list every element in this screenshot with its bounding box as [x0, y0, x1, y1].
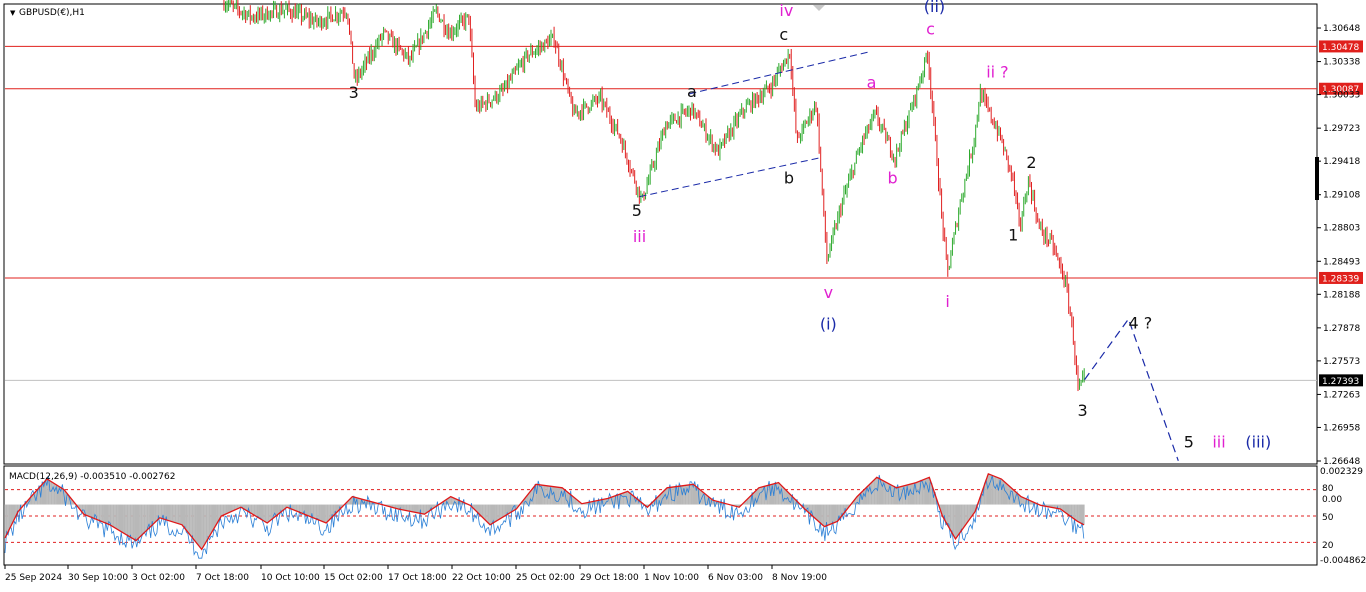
wave-label[interactable]: iv — [779, 1, 793, 20]
main-chart-frame — [3, 3, 1318, 465]
time-tick-label: 6 Nov 03:00 — [708, 573, 763, 583]
chart-window[interactable]: 3 iv c (ii) c a a ii ? b b 2 5 iii 1 v i (i) 4 ? 3 5 iii (iii… — [0, 0, 1366, 588]
wave-label[interactable]: (ii) — [924, 0, 945, 16]
time-tick-label: 25 Oct 02:00 — [516, 573, 575, 583]
price-tick-label: 1.29108 — [1323, 191, 1360, 201]
price-tick-label: 1.27263 — [1323, 390, 1360, 400]
wave-label[interactable]: b — [784, 168, 794, 187]
time-tick-label: 1 Nov 10:00 — [644, 573, 699, 583]
symbol-label: GBPUSD(€),H1 — [19, 8, 85, 18]
wave-label[interactable]: c — [779, 25, 788, 44]
time-tick-label: 22 Oct 10:00 — [452, 573, 511, 583]
macd-tick-label: 0.00 — [1322, 495, 1342, 505]
price-tick-label: 1.28803 — [1323, 224, 1360, 234]
wave-label[interactable]: iii — [633, 227, 646, 246]
wave-label[interactable]: a — [687, 82, 697, 101]
time-axis: 25 Sep 2024 30 Sep 10:00 3 Oct 02:00 7 Oct … — [4, 565, 827, 583]
price-tick-label: 1.28493 — [1323, 257, 1360, 267]
wave-label[interactable]: b — [887, 168, 897, 187]
scale-drag-handle[interactable] — [1315, 157, 1319, 200]
macd-tick-label: 20 — [1322, 541, 1334, 551]
time-tick-label: 3 Oct 02:00 — [132, 573, 185, 583]
price-tick-label: 1.29723 — [1323, 124, 1360, 134]
wave-label[interactable]: (i) — [820, 314, 837, 333]
wave-label[interactable]: 4 ? — [1128, 313, 1152, 332]
price-tick-label: 1.30648 — [1323, 24, 1360, 34]
price-tick-label: 1.30338 — [1323, 58, 1360, 68]
time-tick-label: 10 Oct 10:00 — [261, 573, 320, 583]
wave-label[interactable]: 3 — [1078, 401, 1088, 420]
wave-label[interactable]: c — [926, 20, 935, 39]
price-tag-label: 1.30478 — [1322, 43, 1359, 53]
wave-label[interactable]: 5 — [632, 201, 642, 220]
wave-label[interactable]: ii ? — [986, 62, 1008, 81]
price-tick-label: 1.29418 — [1323, 157, 1360, 167]
symbol-dropdown-icon[interactable]: ▼ — [10, 9, 16, 17]
time-tick-label: 15 Oct 02:00 — [324, 573, 383, 583]
macd-tick-label: 50 — [1322, 513, 1334, 523]
time-tick-label: 25 Sep 2024 — [5, 573, 62, 583]
macd-tick-label: 80 — [1322, 484, 1334, 494]
time-tick-label: 29 Oct 18:00 — [580, 573, 639, 583]
price-tick-label: 1.26958 — [1323, 423, 1360, 433]
wave-label[interactable]: (iii) — [1245, 432, 1271, 451]
wave-label[interactable]: i — [945, 292, 949, 311]
time-tick-label: 17 Oct 18:00 — [388, 573, 447, 583]
price-tag-label: 1.28339 — [1322, 274, 1359, 284]
wave-label[interactable]: 1 — [1008, 226, 1018, 245]
time-tick-label: 7 Oct 18:00 — [196, 573, 249, 583]
time-tick-label: 30 Sep 10:00 — [68, 573, 128, 583]
price-tick-label: 1.27573 — [1323, 357, 1360, 367]
wave-label[interactable]: v — [824, 283, 833, 302]
wave-label[interactable]: a — [867, 73, 877, 92]
wave-label[interactable]: 2 — [1026, 153, 1036, 172]
wave-label[interactable]: 3 — [349, 83, 359, 102]
wave-label[interactable]: iii — [1212, 432, 1225, 451]
price-tick-label: 1.28188 — [1323, 290, 1360, 300]
macd-tick-label: -0.004862 — [1320, 556, 1366, 566]
price-tick-label: 1.26648 — [1323, 457, 1360, 467]
wave-label[interactable]: 5 — [1184, 432, 1194, 451]
chart-canvas[interactable]: 3 iv c (ii) c a a ii ? b b 2 5 iii 1 v i (i) 4 ? 3 5 iii (iii… — [0, 0, 1366, 588]
time-tick-label: 8 Nov 19:00 — [772, 573, 827, 583]
price-axis: 1.304781.300871.283391.273931.306481.303… — [1317, 24, 1363, 467]
macd-tick-label: 0.002329 — [1320, 467, 1363, 477]
price-tick-label: 1.27878 — [1323, 324, 1360, 334]
price-tick-label: 1.30033 — [1323, 91, 1360, 101]
current-price-label: 1.27393 — [1322, 377, 1359, 387]
indicator-label: MACD(12,26,9) -0.003510 -0.002762 — [9, 472, 175, 482]
